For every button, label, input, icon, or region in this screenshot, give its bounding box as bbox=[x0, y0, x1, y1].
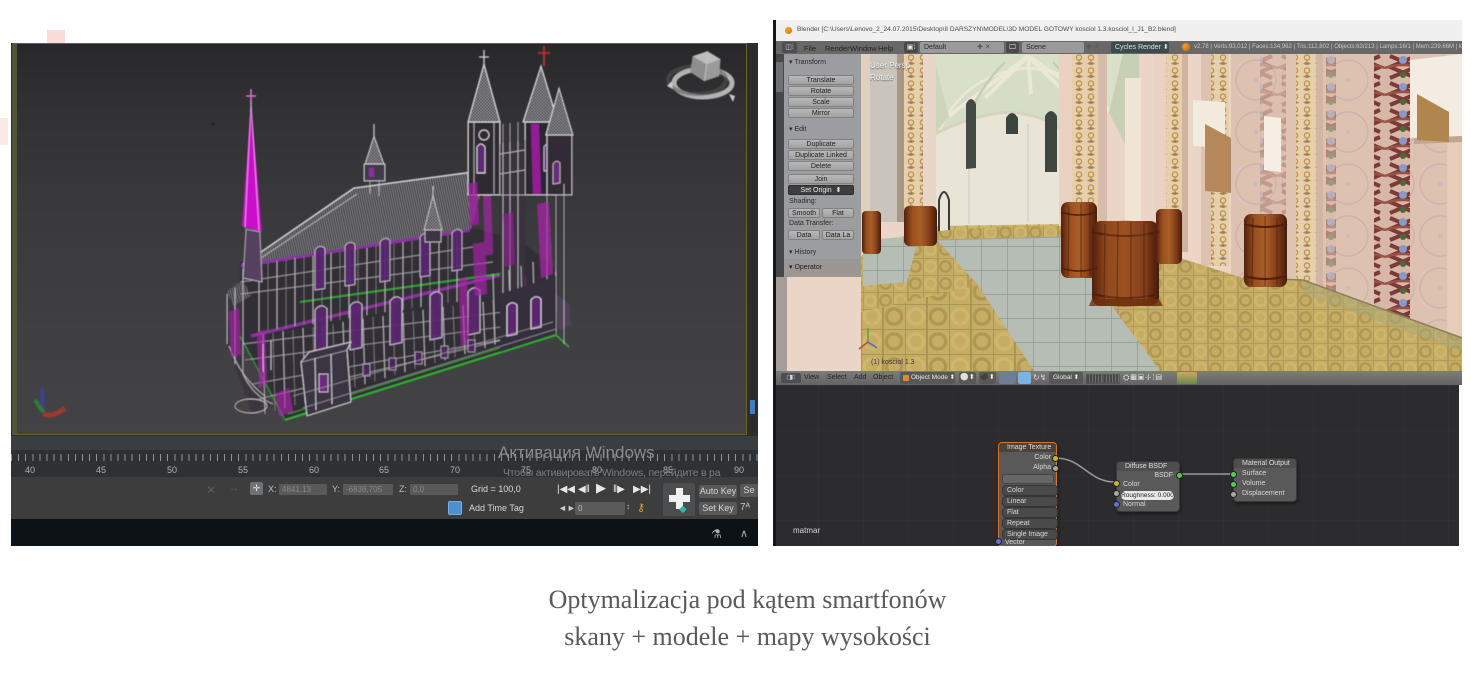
svg-text:(1) kosciol 1.3: (1) kosciol 1.3 bbox=[871, 359, 915, 366]
